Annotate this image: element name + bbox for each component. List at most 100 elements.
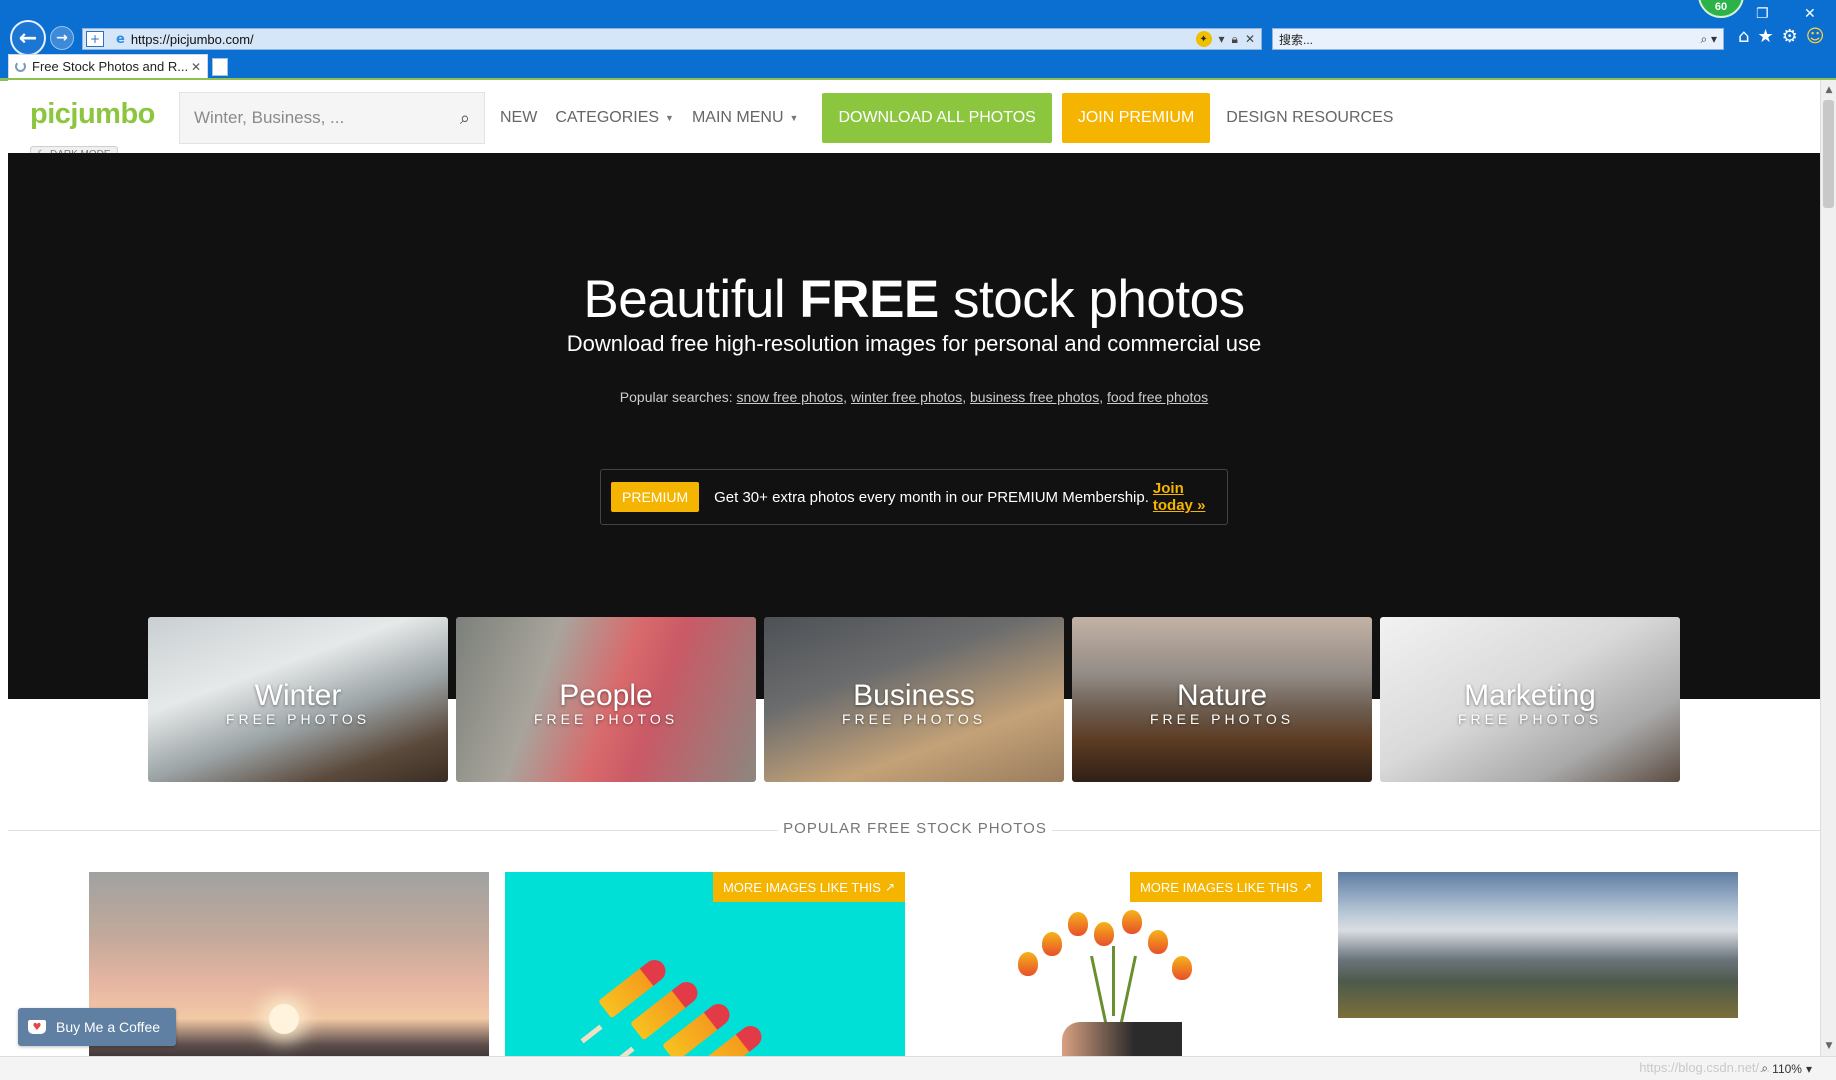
category-subtitle: FREE PHOTOS: [225, 710, 371, 727]
category-title: Business: [853, 678, 975, 712]
forward-icon[interactable]: →: [50, 26, 74, 50]
zoom-level: 110%: [1772, 1061, 1802, 1076]
stem-shape: [1112, 946, 1115, 1016]
ie-icon: e: [116, 31, 125, 47]
search-icon[interactable]: ⌕ ▾: [1700, 32, 1717, 47]
site-header: picjumbo ⌕ NEW CATEGORIES ▼ MAIN MENU ▼ DO…: [8, 80, 1820, 153]
tulip-shape: [1122, 910, 1142, 934]
stick-shape: [580, 1024, 603, 1044]
close-icon[interactable]: ✕: [1245, 32, 1255, 46]
photo-mountains[interactable]: [1338, 872, 1738, 1018]
more-images-label: MORE IMAGES LIKE THIS: [1139, 879, 1298, 895]
search-icon[interactable]: ⌕: [460, 108, 470, 129]
zoom-icon: ⌕: [1761, 1061, 1769, 1075]
home-icon[interactable]: ⌂: [1738, 26, 1749, 47]
browser-tab[interactable]: Free Stock Photos and R... ✕: [8, 54, 208, 78]
coffee-label: Buy Me a Coffee: [56, 1019, 161, 1035]
buy-me-a-coffee-button[interactable]: ♥ Buy Me a Coffee: [18, 1008, 176, 1046]
lock-icon[interactable]: 🔒︎: [1232, 32, 1238, 47]
dropdown-icon: ▾: [1805, 1061, 1812, 1076]
hand-shape: [1062, 1022, 1182, 1060]
join-premium-button[interactable]: JOIN PREMIUM: [1061, 93, 1211, 143]
download-all-button[interactable]: DOWNLOAD ALL PHOTOS: [822, 93, 1052, 143]
tulip-shape: [1068, 912, 1088, 936]
popular-link[interactable]: food free photos: [1107, 389, 1208, 405]
category-card-business[interactable]: Business FREE PHOTOS: [764, 617, 1064, 782]
join-today-link[interactable]: Join today »: [1153, 480, 1227, 514]
category-subtitle: FREE PHOTOS: [1457, 710, 1603, 727]
hero-title-bold: FREE: [799, 270, 939, 329]
category-subtitle: FREE PHOTOS: [1149, 710, 1295, 727]
scroll-thumb[interactable]: [1823, 100, 1834, 208]
restore-icon[interactable]: ❐: [1756, 6, 1769, 22]
nav-design-resources-label: DESIGN RESOURCES: [1226, 109, 1394, 126]
popular-link[interactable]: winter free photos: [851, 389, 962, 405]
gear-icon[interactable]: ⚙: [1782, 26, 1798, 47]
more-images-button[interactable]: MORE IMAGES LIKE THIS ↗: [1129, 872, 1322, 902]
logo[interactable]: picjumbo: [30, 98, 155, 131]
popular-link[interactable]: snow free photos: [737, 389, 844, 405]
window-close-icon[interactable]: ✕: [1804, 6, 1816, 22]
scroll-down-icon[interactable]: ▼: [1821, 1038, 1836, 1054]
hero-title: Beautiful FREE stock photos: [8, 269, 1820, 330]
photo-tulips[interactable]: MORE IMAGES LIKE THIS ↗: [922, 872, 1322, 1060]
search-input[interactable]: [180, 108, 430, 128]
smiley-icon[interactable]: ☺: [1806, 26, 1825, 47]
nav-new[interactable]: NEW: [500, 109, 537, 127]
tab-title: Free Stock Photos and R...: [32, 59, 189, 74]
main-nav: NEW CATEGORIES ▼ MAIN MENU ▼ DOWNLOAD ALL …: [500, 92, 1411, 144]
vertical-scrollbar[interactable]: ▲ ▼: [1820, 80, 1836, 1056]
back-icon[interactable]: ←: [10, 20, 46, 56]
nav-categories[interactable]: CATEGORIES ▼: [555, 109, 674, 127]
zoom-control[interactable]: ⌕ 110% ▾: [1761, 1061, 1812, 1076]
caret-down-icon: ▼: [665, 113, 674, 123]
nav-new-label: NEW: [500, 109, 538, 126]
section-title: POPULAR FREE STOCK PHOTOS: [778, 820, 1052, 837]
tulip-shape: [1042, 932, 1062, 956]
category-card-marketing[interactable]: Marketing FREE PHOTOS: [1380, 617, 1680, 782]
browser-search-input[interactable]: 搜索... ⌕ ▾: [1272, 28, 1724, 50]
category-subtitle: FREE PHOTOS: [533, 710, 679, 727]
tab-close-icon[interactable]: ✕: [191, 60, 201, 74]
address-url[interactable]: https://picjumbo.com/: [131, 32, 254, 47]
new-tab-button[interactable]: [212, 58, 228, 76]
photo-popsicles[interactable]: MORE IMAGES LIKE THIS ↗: [505, 872, 905, 1060]
category-title: Winter: [254, 678, 342, 712]
category-card-winter[interactable]: Winter FREE PHOTOS: [148, 617, 448, 782]
more-images-label: MORE IMAGES LIKE THIS: [722, 879, 881, 895]
more-images-button[interactable]: MORE IMAGES LIKE THIS ↗: [712, 872, 905, 902]
category-card-nature[interactable]: Nature FREE PHOTOS: [1072, 617, 1372, 782]
hero-title-pre: Beautiful: [583, 270, 786, 329]
popular-label: Popular searches:: [619, 389, 733, 405]
popular-searches: Popular searches: snow free photos, wint…: [619, 389, 1209, 405]
address-bar[interactable]: + e https://picjumbo.com/ ✦ ▾ 🔒︎ ✕: [82, 28, 1262, 50]
category-title: People: [559, 678, 653, 712]
star-icon[interactable]: ★: [1757, 26, 1773, 47]
nav-design-resources[interactable]: DESIGN RESOURCES: [1226, 109, 1393, 127]
tulip-shape: [1148, 930, 1168, 954]
counter-badge: 60: [1698, 0, 1744, 18]
site-search: ⌕: [179, 92, 485, 144]
dropdown-icon[interactable]: ▾: [1219, 32, 1225, 46]
stem-shape: [1090, 955, 1108, 1025]
hero-subtitle: Download free high-resolution images for…: [566, 331, 1262, 356]
watermark-text: https://blog.csdn.net/...: [1639, 1060, 1770, 1075]
popular-link[interactable]: business free photos: [970, 389, 1099, 405]
category-card-people[interactable]: People FREE PHOTOS: [456, 617, 756, 782]
nav-main-menu[interactable]: MAIN MENU ▼: [692, 109, 798, 127]
sun-shape: [269, 1004, 299, 1034]
category-title: Nature: [1176, 678, 1268, 712]
compat-icon[interactable]: ✦: [1195, 31, 1212, 47]
scroll-up-icon[interactable]: ▲: [1821, 82, 1836, 98]
tulip-shape: [1018, 952, 1038, 976]
tulip-shape: [1094, 922, 1114, 946]
category-subtitle: FREE PHOTOS: [841, 710, 987, 727]
shield-icon[interactable]: +: [86, 31, 104, 47]
coffee-cup-icon: ♥: [28, 1020, 46, 1034]
premium-badge: PREMIUM: [611, 482, 700, 512]
tab-strip: Free Stock Photos and R... ✕: [0, 54, 1836, 80]
external-link-icon: ↗: [884, 880, 895, 894]
premium-promo: PREMIUM Get 30+ extra photos every month…: [600, 469, 1228, 525]
status-bar: https://blog.csdn.net/... ⌕ 110% ▾: [0, 1056, 1836, 1080]
caret-down-icon: ▼: [789, 113, 799, 123]
